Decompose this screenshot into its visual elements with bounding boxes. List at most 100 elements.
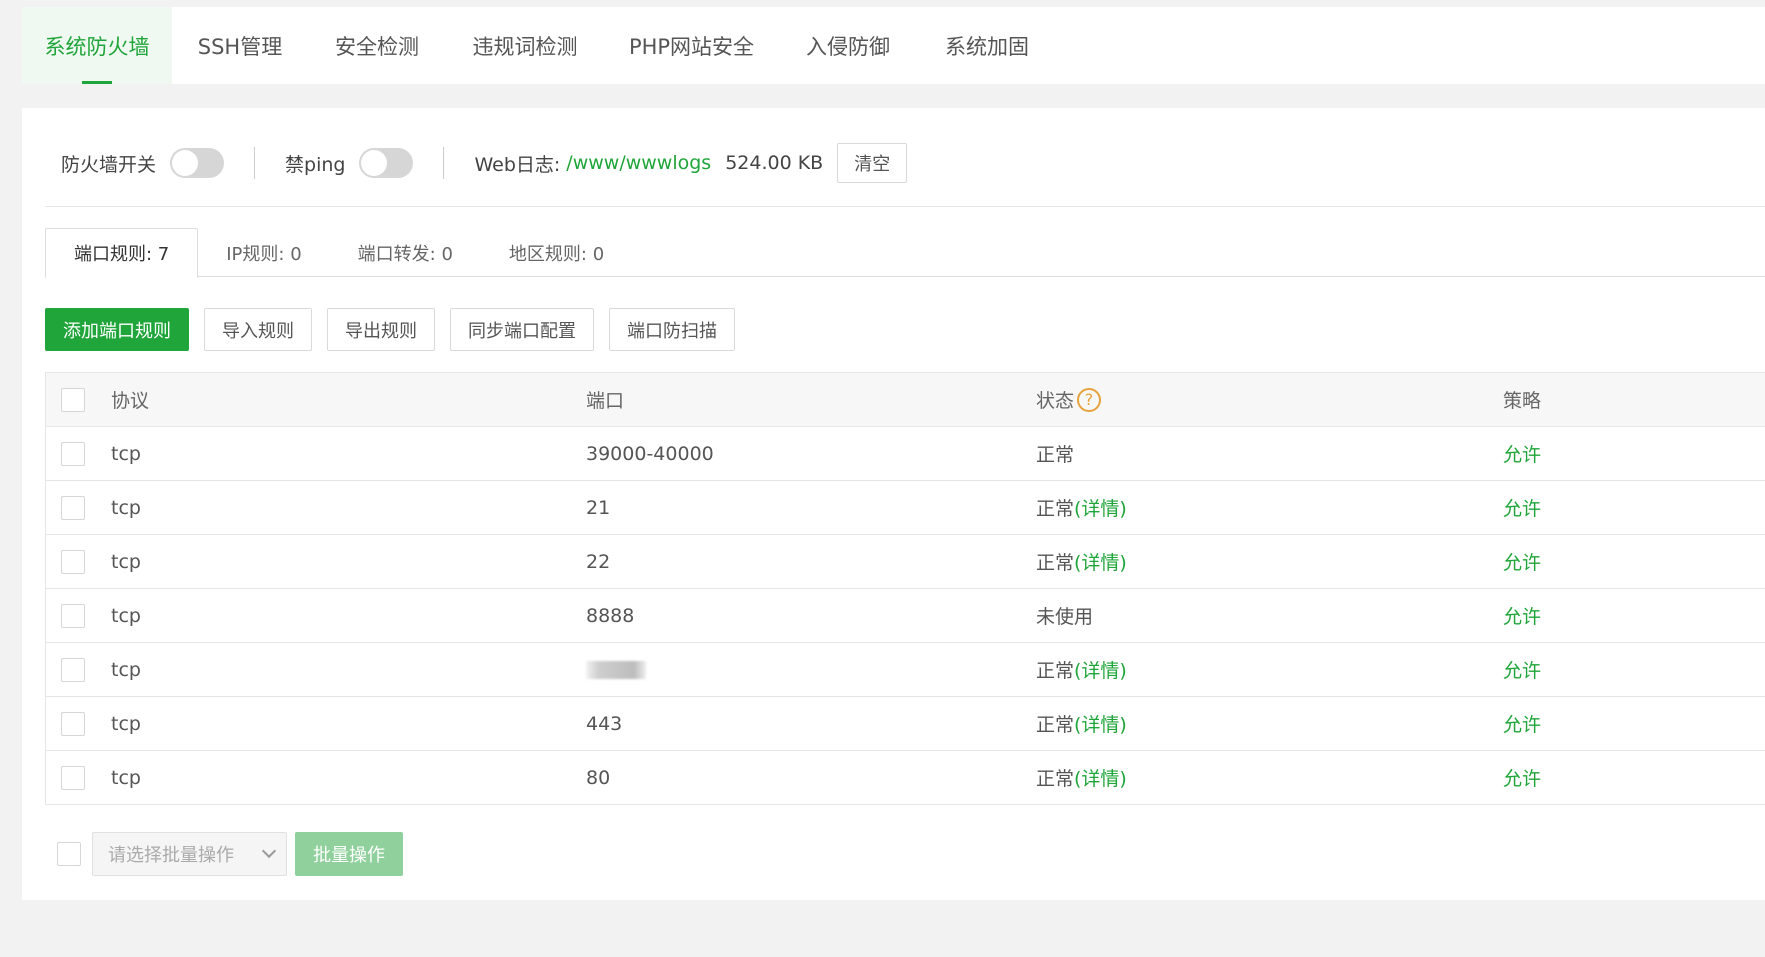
row-checkbox[interactable] xyxy=(61,495,85,520)
tab-php-security[interactable]: PHP网站安全 xyxy=(604,7,779,84)
status-text: 正常 xyxy=(1036,552,1075,574)
cell-policy: 允许 xyxy=(1503,498,1542,520)
cell-status: 正常 xyxy=(1036,440,1074,467)
detail-link[interactable]: (详情) xyxy=(1074,494,1127,521)
cell-policy: 允许 xyxy=(1503,552,1542,574)
table-row: tcp 8888 未使用 允许 xyxy=(46,588,1765,642)
subtab-label: 端口规则: 7 xyxy=(74,244,170,265)
subtab-label: 端口转发: 0 xyxy=(357,243,453,265)
tab-label: 系统加固 xyxy=(945,34,1029,59)
tab-security-check[interactable]: 安全检测 xyxy=(308,7,446,84)
cell-policy: 允许 xyxy=(1503,768,1542,790)
switch-knob xyxy=(172,150,199,176)
subtab-port-forward[interactable]: 端口转发: 0 xyxy=(330,228,481,277)
row-checkbox[interactable] xyxy=(61,441,85,466)
firewall-toolbar: 防火墙开关 禁ping Web日志: /www/wwwlogs 524.00 K… xyxy=(22,138,908,188)
port-anti-scan-button[interactable]: 端口防扫描 xyxy=(609,308,735,351)
tab-word-detect[interactable]: 违规词检测 xyxy=(446,7,604,84)
firewall-switch[interactable] xyxy=(170,148,225,178)
cell-policy: 允许 xyxy=(1503,714,1542,736)
cell-port-redacted xyxy=(586,659,646,681)
firewall-switch-label: 防火墙开关 xyxy=(61,153,157,176)
header-protocol: 协议 xyxy=(111,390,150,412)
tab-system-firewall[interactable]: 系统防火墙 xyxy=(22,7,172,84)
row-checkbox[interactable] xyxy=(61,657,85,682)
cell-policy: 允许 xyxy=(1503,606,1542,628)
tab-label: PHP网站安全 xyxy=(628,34,755,59)
tab-intrusion[interactable]: 入侵防御 xyxy=(779,7,917,84)
chevron-down-icon xyxy=(261,843,277,859)
status-text: 正常 xyxy=(1036,768,1075,790)
table-header: 协议 端口 状态? 策略 xyxy=(46,372,1765,426)
cell-status: 正常 (详情) xyxy=(1036,764,1127,791)
table-row: tcp 21 正常 (详情) 允许 xyxy=(46,480,1765,534)
add-port-rule-button[interactable]: 添加端口规则 xyxy=(45,308,189,351)
weblog-path-link[interactable]: /www/wwwlogs xyxy=(566,152,711,174)
header-status: 状态? xyxy=(1036,386,1102,413)
select-all-checkbox[interactable] xyxy=(61,387,85,412)
redacted-block xyxy=(586,661,646,679)
subtab-ip-rules[interactable]: IP规则: 0 xyxy=(198,228,329,277)
header-policy: 策略 xyxy=(1503,390,1542,412)
port-rules-table: 协议 端口 状态? 策略 tcp 39000-40000 正常 允许 tcp 2… xyxy=(45,372,1765,805)
tab-hardening[interactable]: 系统加固 xyxy=(917,7,1057,84)
switch-knob xyxy=(361,150,388,176)
sync-port-config-button[interactable]: 同步端口配置 xyxy=(450,308,594,351)
top-nav: 系统防火墙 SSH管理 安全检测 违规词检测 PHP网站安全 入侵防御 系统加固 xyxy=(22,7,1765,84)
detail-link[interactable]: (详情) xyxy=(1074,548,1127,575)
cell-port: 443 xyxy=(586,712,623,735)
cell-protocol: tcp xyxy=(111,766,141,789)
detail-link[interactable]: (详情) xyxy=(1074,710,1127,737)
header-status-label: 状态 xyxy=(1036,390,1075,412)
table-row: tcp 22 正常 (详情) 允许 xyxy=(46,534,1765,588)
tab-label: 系统防火墙 xyxy=(44,34,150,59)
clear-log-button[interactable]: 清空 xyxy=(837,143,908,183)
export-rules-button[interactable]: 导出规则 xyxy=(327,308,435,351)
ping-switch-label: 禁ping xyxy=(285,153,346,176)
status-text: 未使用 xyxy=(1036,606,1094,628)
cell-status: 正常 (详情) xyxy=(1036,548,1127,575)
row-checkbox[interactable] xyxy=(61,711,85,736)
status-text: 正常 xyxy=(1036,444,1075,466)
tab-label: SSH管理 xyxy=(197,34,283,59)
cell-protocol: tcp xyxy=(111,550,141,573)
table-row: tcp 80 正常 (详情) 允许 xyxy=(46,750,1765,804)
cell-status: 正常 (详情) xyxy=(1036,656,1127,683)
cell-protocol: tcp xyxy=(111,496,141,519)
row-checkbox[interactable] xyxy=(61,765,85,790)
tab-label: 违规词检测 xyxy=(472,34,578,59)
cell-policy: 允许 xyxy=(1503,660,1542,682)
tab-ssh[interactable]: SSH管理 xyxy=(172,7,308,84)
subtab-label: 地区规则: 0 xyxy=(508,243,605,265)
import-rules-button[interactable]: 导入规则 xyxy=(204,308,312,351)
rule-tabs: 端口规则: 7 IP规则: 0 端口转发: 0 地区规则: 0 xyxy=(45,228,1765,278)
main-panel: 防火墙开关 禁ping Web日志: /www/wwwlogs 524.00 K… xyxy=(22,108,1765,900)
status-text: 正常 xyxy=(1036,714,1075,736)
row-checkbox[interactable] xyxy=(61,603,85,628)
help-icon[interactable]: ? xyxy=(1077,387,1102,412)
cell-port: 80 xyxy=(586,766,611,789)
cell-protocol: tcp xyxy=(111,712,141,735)
cell-protocol: tcp xyxy=(111,658,141,681)
cell-port: 39000-40000 xyxy=(586,442,714,465)
tab-label: 安全检测 xyxy=(335,34,419,59)
cell-status: 未使用 xyxy=(1036,602,1093,629)
cell-protocol: tcp xyxy=(111,442,141,465)
subtab-label: IP规则: 0 xyxy=(226,243,302,265)
status-text: 正常 xyxy=(1036,660,1075,682)
footer-select-all-checkbox[interactable] xyxy=(57,842,81,866)
detail-link[interactable]: (详情) xyxy=(1074,656,1127,683)
cell-policy: 允许 xyxy=(1503,444,1542,466)
subtab-region-rules[interactable]: 地区规则: 0 xyxy=(481,228,632,277)
divider xyxy=(443,147,445,179)
detail-link[interactable]: (详情) xyxy=(1074,764,1127,791)
batch-action-select[interactable]: 请选择批量操作 xyxy=(92,832,287,876)
divider xyxy=(45,206,1765,207)
cell-status: 正常 (详情) xyxy=(1036,494,1127,521)
cell-port: 22 xyxy=(586,550,611,573)
row-checkbox[interactable] xyxy=(61,549,85,574)
batch-action-button[interactable]: 批量操作 xyxy=(295,832,403,876)
batch-footer: 请选择批量操作 批量操作 xyxy=(57,832,403,876)
subtab-port-rules[interactable]: 端口规则: 7 xyxy=(45,228,199,278)
ping-switch[interactable] xyxy=(359,148,414,178)
